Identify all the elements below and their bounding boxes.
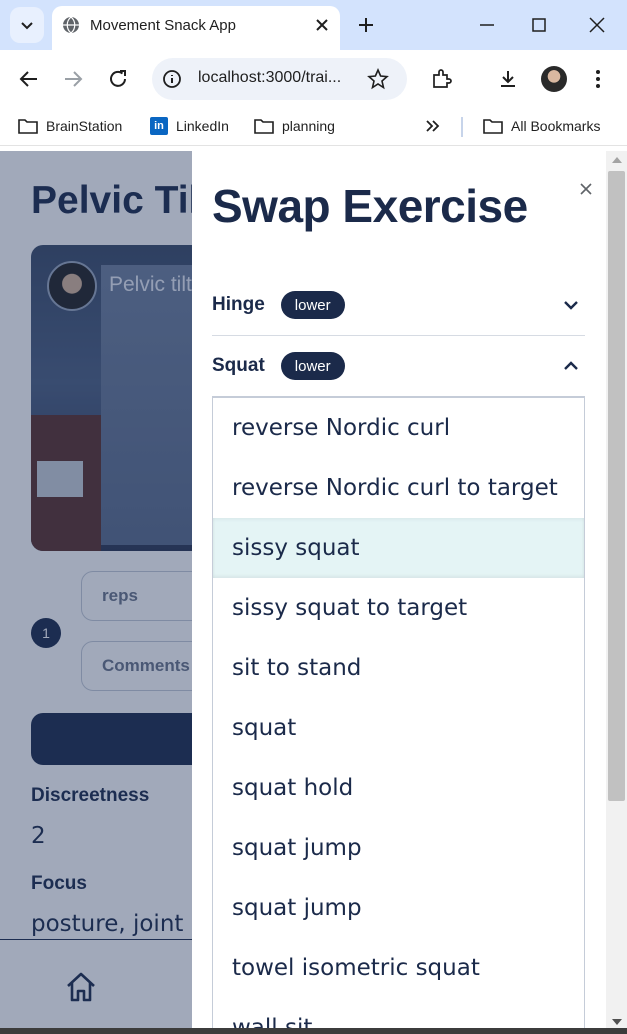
bookmark-planning[interactable]: planning	[254, 116, 335, 136]
folder-icon	[18, 119, 38, 134]
bookmarks-separator	[461, 117, 463, 137]
chevron-down-icon	[21, 22, 33, 30]
globe-icon	[63, 16, 79, 34]
folder-icon	[483, 119, 503, 134]
exercise-option[interactable]: towel isometric squat	[213, 938, 584, 998]
new-tab-icon[interactable]	[356, 15, 376, 35]
extensions-icon[interactable]	[430, 68, 452, 90]
swap-exercise-drawer: Swap Exercise Hinge lower Squat lower re…	[192, 151, 606, 1034]
double-chevron-right-icon	[426, 120, 440, 132]
exercise-option[interactable]: reverse Nordic curl to target	[213, 458, 584, 518]
bookmark-linkedin[interactable]: in LinkedIn	[150, 116, 229, 136]
minimize-icon[interactable]	[477, 15, 497, 35]
bookmarks-overflow-button[interactable]	[425, 116, 449, 136]
scroll-up-arrow-icon[interactable]	[612, 157, 622, 163]
exercise-list[interactable]: reverse Nordic curl reverse Nordic curl …	[212, 396, 585, 1034]
page-viewport: Pelvic Tilt Pelvic tilt 1 reps Comments …	[0, 151, 606, 1034]
exercise-option[interactable]: sit to stand	[213, 638, 584, 698]
drawer-title: Swap Exercise	[212, 180, 528, 232]
browser-tab-strip: Movement Snack App	[0, 0, 627, 50]
category-squat[interactable]: Squat lower	[212, 336, 585, 396]
tab-search-button[interactable]	[10, 7, 44, 43]
exercise-option[interactable]: squat hold	[213, 758, 584, 818]
all-bookmarks-label: All Bookmarks	[511, 118, 601, 134]
profile-avatar[interactable]	[541, 66, 567, 92]
bookmarks-bar: BrainStation in LinkedIn planning All Bo…	[0, 106, 627, 146]
category-tag: lower	[280, 291, 345, 319]
exercise-option[interactable]: squat jump	[213, 878, 584, 938]
category-name: Squat	[212, 355, 265, 376]
bookmark-star-icon[interactable]	[367, 68, 389, 90]
folder-icon	[254, 119, 274, 134]
bookmark-label: BrainStation	[46, 118, 123, 134]
close-tab-icon[interactable]	[314, 17, 330, 33]
exercise-option-selected[interactable]: sissy squat	[213, 518, 584, 578]
kebab-menu-icon[interactable]	[587, 68, 609, 90]
bookmark-label: LinkedIn	[176, 118, 229, 134]
chevron-down-icon	[564, 301, 578, 310]
address-bar[interactable]: localhost:3000/trai...	[152, 58, 407, 100]
page-scrollbar[interactable]	[606, 151, 627, 1034]
exercise-option[interactable]: squat jump	[213, 818, 584, 878]
download-icon[interactable]	[497, 68, 519, 90]
exercise-option[interactable]: squat	[213, 698, 584, 758]
back-arrow-icon[interactable]	[18, 68, 40, 90]
category-tag: lower	[280, 352, 345, 380]
bookmark-label: planning	[282, 118, 335, 134]
maximize-icon[interactable]	[529, 15, 549, 35]
url-text: localhost:3000/trai...	[198, 69, 342, 86]
browser-tab[interactable]: Movement Snack App	[52, 6, 340, 50]
scroll-down-arrow-icon[interactable]	[612, 1019, 622, 1025]
linkedin-icon: in	[150, 117, 168, 135]
reload-icon[interactable]	[107, 68, 129, 90]
exercise-option[interactable]: reverse Nordic curl	[213, 398, 584, 458]
tab-title: Movement Snack App	[90, 17, 236, 34]
category-name: Hinge	[212, 294, 265, 315]
close-icon[interactable]	[578, 181, 594, 197]
site-info-icon[interactable]	[162, 69, 182, 89]
all-bookmarks-button[interactable]: All Bookmarks	[483, 116, 600, 136]
bookmark-brainstation[interactable]: BrainStation	[18, 116, 122, 136]
exercise-option[interactable]: sissy squat to target	[213, 578, 584, 638]
browser-toolbar: localhost:3000/trai...	[0, 50, 627, 106]
scrollbar-thumb[interactable]	[608, 171, 625, 801]
forward-arrow-icon[interactable]	[62, 68, 84, 90]
taskbar-edge	[0, 1028, 627, 1034]
window-close-icon[interactable]	[587, 15, 607, 35]
category-hinge[interactable]: Hinge lower	[212, 275, 585, 335]
chevron-up-icon	[564, 361, 578, 370]
